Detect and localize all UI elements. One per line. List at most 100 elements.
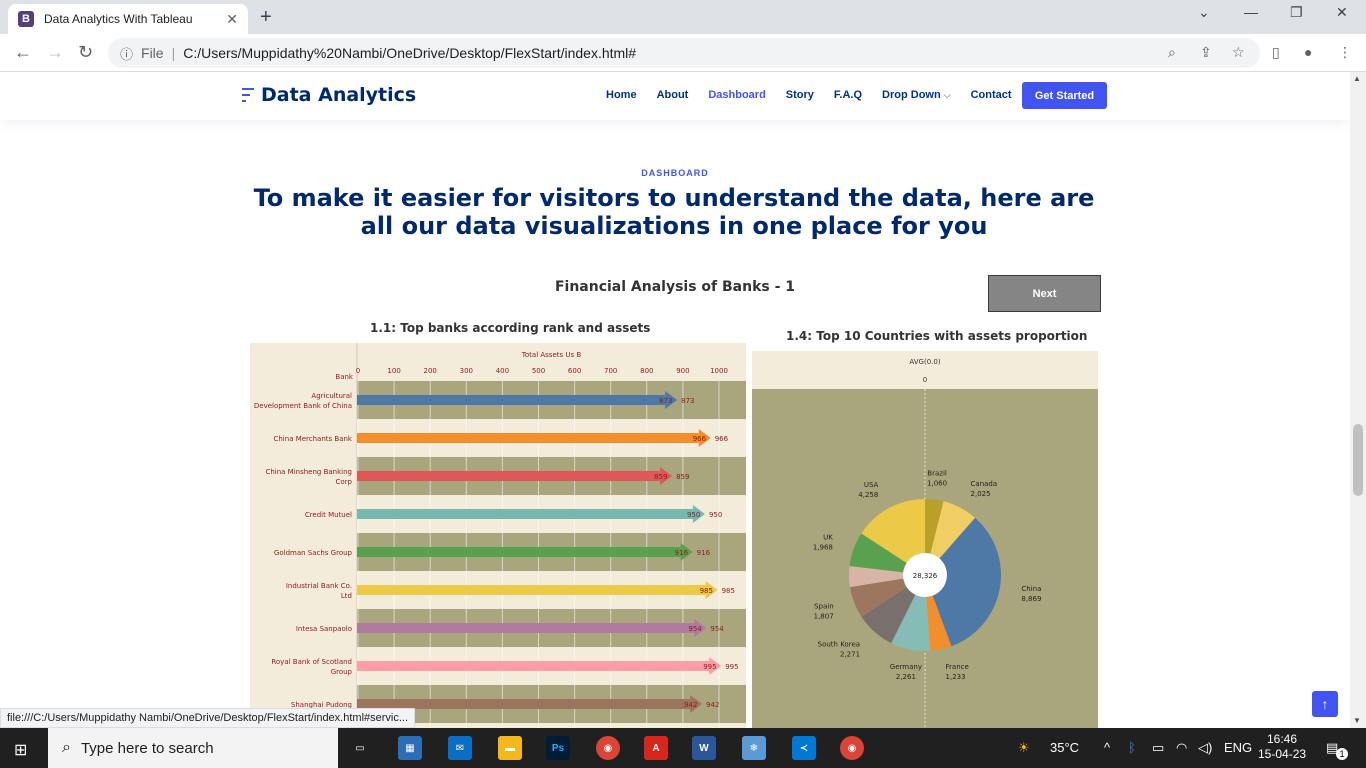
bar-category-label: Goldman Sachs Group	[274, 549, 353, 557]
battery-icon[interactable]: ▭	[1152, 740, 1164, 756]
bar-chart-svg: Total Assets Us B Bank0 100 200 300 400 500 600…	[254, 343, 746, 728]
minimize-icon[interactable]: —	[1244, 4, 1258, 20]
chrome-active-icon[interactable]: ◉	[840, 736, 864, 760]
bar-category-label: Agricultural	[311, 392, 352, 400]
pie-slice-label: France	[946, 663, 969, 671]
bank-assets-bar-chart[interactable]: Total Assets Us B Bank 0 100 200 300 400 500 600…	[250, 343, 746, 728]
file-explorer-icon[interactable]: ▬	[498, 736, 522, 760]
profile-avatar-icon[interactable]: ●	[1304, 44, 1312, 60]
language-indicator[interactable]: ENG	[1224, 740, 1252, 755]
country-assets-pie-chart[interactable]: AVG(0.0) 0 Brazil 1,060 Canada 2,025 China 8,86…	[752, 351, 1098, 728]
bar-category-label: Royal Bank of Scotland	[271, 658, 352, 666]
nav-dropdown[interactable]: Drop Down ⌵	[882, 89, 951, 101]
restore-icon[interactable]: ❐	[1290, 4, 1303, 21]
tray-expand-icon[interactable]: ^	[1104, 740, 1110, 755]
pie-slice-value: 1,233	[946, 673, 966, 681]
browser-tab[interactable]: B Data Analytics With Tableau ✕	[8, 4, 248, 34]
pie-slice-value: 1,968	[813, 544, 833, 552]
bar-tick-label: 600	[568, 367, 581, 375]
pie-slice-label: Canada	[971, 480, 998, 488]
scroll-up-icon[interactable]: ▲	[1353, 74, 1361, 83]
bar-data-label: 954	[688, 625, 702, 633]
bar-value-label: 985	[722, 587, 735, 595]
reload-icon[interactable]: ↻	[78, 42, 93, 63]
bar-mark	[357, 395, 666, 405]
pie-slice-value: 8,869	[1021, 595, 1041, 603]
bar-data-label: 916	[675, 549, 689, 557]
chevron-down-icon: ⌵	[943, 90, 951, 100]
scroll-thumb[interactable]	[1353, 424, 1363, 496]
address-bar[interactable]: ⓘ File | C:/Users/Muppidathy%20Nambi/One…	[108, 38, 1260, 68]
nav-faq[interactable]: F.A.Q	[834, 89, 862, 101]
mail-icon[interactable]: ✉	[448, 736, 472, 760]
bar-tick-label: 700	[604, 367, 617, 375]
new-tab-icon[interactable]: +	[260, 6, 272, 29]
wifi-icon[interactable]: ◠	[1176, 740, 1187, 756]
nav-about[interactable]: About	[657, 89, 689, 101]
bar-category-label: Corp	[336, 478, 353, 486]
acrobat-icon[interactable]: A	[644, 736, 668, 760]
pie-sheet-title: 1.4: Top 10 Countries with assets propor…	[786, 329, 1088, 343]
get-started-button[interactable]: Get Started	[1022, 82, 1107, 109]
nav-dashboard[interactable]: Dashboard	[708, 89, 765, 101]
nav-story[interactable]: Story	[786, 89, 814, 101]
windows-start-icon[interactable]: ⊞	[14, 740, 27, 760]
bar-y-axis-title: Bank	[335, 373, 354, 381]
bar-category-label: China Merchants Bank	[273, 435, 352, 443]
bar-tick-label: 900	[676, 367, 689, 375]
bluetooth-icon[interactable]: ᛒ	[1128, 740, 1136, 755]
clock-time: 16:46	[1267, 732, 1298, 746]
scroll-down-icon[interactable]: ▼	[1353, 716, 1361, 725]
bar-data-label: 985	[700, 587, 713, 595]
bar-tick-label: 0	[356, 367, 360, 375]
main-nav: Home About Dashboard Story F.A.Q Drop Do…	[606, 89, 1032, 101]
page-title: To make it easier for visitors to unders…	[253, 184, 1095, 240]
forward-icon[interactable]: →	[46, 42, 64, 63]
side-panel-icon[interactable]: ▯	[1272, 44, 1280, 61]
bookmark-star-icon[interactable]: ☆	[1232, 44, 1245, 61]
menu-kebab-icon[interactable]: ⋮	[1338, 44, 1352, 61]
weather-temp[interactable]: 35°C	[1050, 740, 1079, 755]
tab-title: Data Analytics With Tableau	[44, 12, 193, 26]
bar-tick-label: 100	[387, 367, 400, 375]
next-button[interactable]: Next	[988, 275, 1101, 312]
bar-mark	[357, 661, 710, 671]
nav-home[interactable]: Home	[606, 89, 637, 101]
pie-slice-label: Brazil	[927, 470, 947, 478]
bar-tick-label: 200	[424, 367, 437, 375]
bar-category-label: Ltd	[341, 592, 352, 600]
weather-icon[interactable]: ☀	[1018, 740, 1030, 756]
pie-slice-label: Germany	[890, 663, 922, 671]
page-scrollbar[interactable]: ▲ ▼	[1350, 72, 1366, 728]
bar-mark	[357, 547, 681, 557]
back-icon[interactable]: ←	[14, 42, 32, 63]
photoshop-icon[interactable]: Ps	[546, 736, 570, 760]
status-url-bar: file:///C:/Users/Muppidathy Nambi/OneDri…	[0, 708, 416, 728]
volume-icon[interactable]: ◁)	[1198, 740, 1212, 756]
logo-mark-icon	[242, 86, 256, 104]
pie-chart-svg: AVG(0.0) 0 Brazil 1,060 Canada 2,025 China 8,86…	[752, 351, 1098, 728]
info-icon[interactable]: ⓘ	[120, 44, 133, 63]
bar-tick-label: 1000	[710, 367, 728, 375]
taskbar-search[interactable]: ⌕ Type here to search	[48, 728, 338, 768]
task-view-icon[interactable]: ▭	[348, 736, 372, 760]
back-to-top-icon[interactable]: ↑	[1312, 691, 1338, 717]
word-icon[interactable]: W	[692, 736, 716, 760]
zoom-icon[interactable]: ⌕	[1168, 44, 1176, 61]
vscode-icon[interactable]: ≺	[792, 736, 816, 760]
share-icon[interactable]: ⇪	[1200, 44, 1212, 61]
store-icon[interactable]: ▦	[398, 736, 422, 760]
site-logo[interactable]: Data Analytics	[242, 84, 416, 106]
window-close-icon[interactable]: ✕	[1336, 4, 1348, 21]
chrome-icon[interactable]: ◉	[596, 736, 620, 760]
pie-slice-value: 4,258	[858, 491, 878, 499]
pie-total-label: 28,326	[913, 572, 938, 580]
tab-search-icon[interactable]: ⌄	[1198, 4, 1210, 21]
bar-value-label: 873	[681, 397, 694, 405]
nav-contact[interactable]: Contact	[971, 89, 1012, 101]
taskbar-clock[interactable]: 16:46 15-04-23	[1258, 732, 1306, 762]
pie-slice-label: South Korea	[818, 640, 860, 648]
close-icon[interactable]: ✕	[226, 11, 238, 28]
bar-category-label: Group	[331, 668, 353, 676]
snowflake-app-icon[interactable]: ❄	[742, 736, 766, 760]
